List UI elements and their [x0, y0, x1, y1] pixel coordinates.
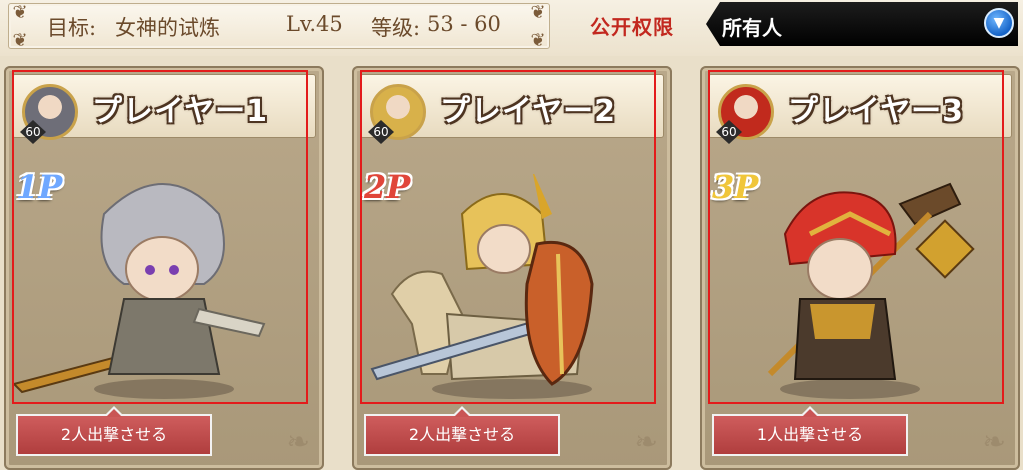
permission-value[interactable]: 所有人 — [722, 12, 782, 41]
quest-level: Lv.45 — [286, 12, 343, 36]
ornament-icon: ❦ — [12, 30, 28, 51]
sortie-button[interactable]: 2人出撃させる — [364, 406, 560, 456]
character-sprite — [370, 174, 594, 399]
grade-range: 53 - 60 — [427, 12, 501, 36]
ornament-icon: ❦ — [530, 30, 546, 51]
quest-name: 女神的试炼 — [115, 16, 220, 40]
ornament-icon: ❧ — [634, 425, 658, 458]
permission-label: 公开权限 — [590, 15, 674, 39]
ornament-icon: ❧ — [286, 425, 310, 458]
player-name: プレイヤー1 — [92, 94, 268, 129]
ornament-icon: ❦ — [12, 2, 28, 23]
player-card-3[interactable]: 60 プレイヤー3 3P 1人出撃させる ❧ — [700, 66, 1020, 470]
quest-info-panel: ❦ ❦ ❦ ❦ 目标: 女神的试炼 Lv.45 等级: 53 - 60 — [8, 2, 550, 51]
character-sprite — [767, 182, 975, 399]
quest-label: 目标: — [47, 16, 97, 40]
ornament-icon: ❦ — [530, 2, 546, 23]
ornament-icon: ❧ — [982, 425, 1006, 458]
player-card-1[interactable]: 60 プレイヤー1 1P 2人出撃させる ❧ — [4, 66, 324, 470]
character-sprite — [12, 183, 266, 399]
player-card-2[interactable]: 60 プレイヤー2 2P 2人出撃させる ❧ — [352, 66, 672, 470]
sortie-button[interactable]: 1人出撃させる — [712, 406, 908, 456]
sortie-button[interactable]: 2人出撃させる — [16, 406, 212, 456]
top-bar: ❦ ❦ ❦ ❦ 目标: 女神的试炼 Lv.45 等级: 53 - 60 公开权限… — [0, 0, 1023, 56]
chevron-down-icon[interactable]: ▼ — [984, 8, 1014, 38]
grade-label: 等级: — [371, 16, 421, 40]
player-name: プレイヤー3 — [788, 94, 964, 129]
player-name: プレイヤー2 — [440, 94, 616, 129]
